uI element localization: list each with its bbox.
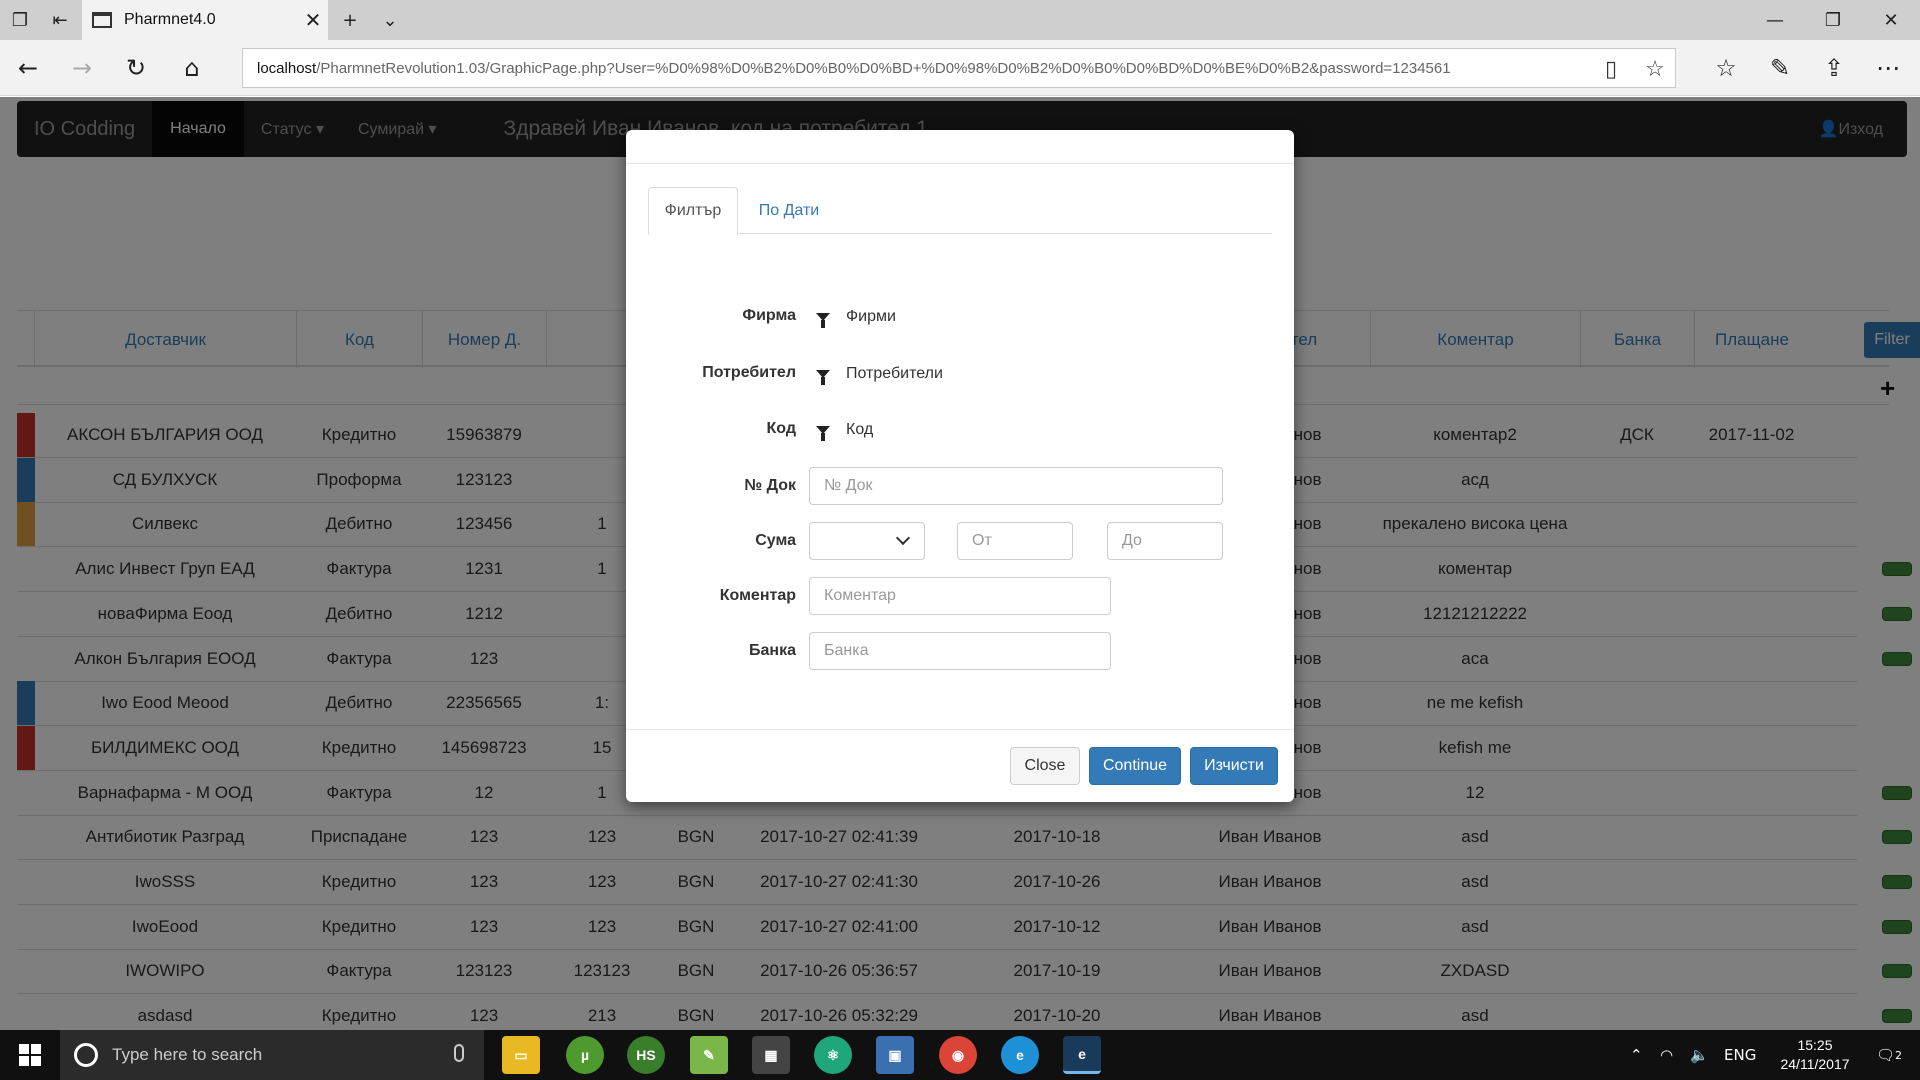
refresh-icon[interactable]: ↻ [114, 48, 158, 88]
label-bank: Банка [749, 642, 796, 659]
label-comment: Коментар [719, 587, 796, 604]
continue-button[interactable]: Continue [1089, 747, 1181, 785]
doc-number-input[interactable]: № Док [809, 467, 1223, 505]
modal-tabs: Филтър По Дати [648, 187, 1272, 235]
microphone-icon[interactable] [454, 1044, 464, 1062]
code-filter-label: Код [846, 421, 874, 438]
code-filter[interactable]: Код [816, 421, 874, 441]
notification-count: 2 [1895, 1048, 1903, 1062]
tab-title: Pharmnet4.0 [124, 11, 216, 28]
tab-preview-chevron-icon[interactable]: ⌄ [370, 0, 410, 40]
hotspot-shield-icon[interactable]: HS [627, 1036, 665, 1074]
browser-tab-bar: ❐ ⇤ Pharmnet4.0 ✕ + ⌄ — ❐ ✕ [0, 0, 1920, 40]
favorite-star-icon[interactable]: ☆ [1635, 49, 1675, 89]
taskbar-search[interactable]: Type here to search [60, 1030, 484, 1080]
wifi-icon[interactable]: ◠ [1660, 1030, 1673, 1080]
filter-funnel-icon [816, 313, 830, 328]
start-button[interactable] [0, 1030, 60, 1080]
calculator-icon[interactable]: ▦ [752, 1036, 790, 1074]
chevron-down-icon [895, 530, 911, 546]
label-sum: Сума [755, 532, 796, 549]
browser-toolbar: ← → ↻ ⌂ localhost/PharmnetRevolution1.03… [0, 40, 1920, 96]
browser-tab[interactable]: Pharmnet4.0 ✕ [82, 0, 328, 40]
set-aside-tabs-icon[interactable]: ⇤ [40, 0, 80, 40]
label-doc-number: № Док [744, 477, 796, 494]
comment-input[interactable]: Коментар [809, 577, 1111, 615]
volume-icon[interactable]: 🔈 [1690, 1030, 1709, 1080]
bank-input[interactable]: Банка [809, 632, 1111, 670]
atom-icon[interactable]: ⚛ [814, 1036, 852, 1074]
tab-filter[interactable]: Филтър [648, 187, 738, 235]
label-code: Код [766, 420, 796, 437]
edge-icon[interactable]: e [1063, 1036, 1101, 1074]
address-bar[interactable]: localhost/PharmnetRevolution1.03/Graphic… [242, 48, 1676, 88]
forward-icon[interactable]: → [60, 48, 104, 88]
reading-view-icon[interactable]: ▯ [1591, 49, 1631, 89]
sum-operator-select[interactable] [809, 522, 925, 560]
modal-header [626, 130, 1294, 164]
new-tab-icon[interactable]: + [330, 0, 370, 40]
chrome-icon[interactable]: ◉ [939, 1036, 977, 1074]
filter-modal: Филтър По Дати Фирма Фирми Потребител По… [626, 130, 1294, 802]
minimize-icon[interactable]: — [1746, 0, 1804, 40]
tab-sets-icon[interactable]: ❐ [0, 0, 40, 40]
language-indicator[interactable]: ENG [1724, 1030, 1756, 1080]
modal-footer-divider [626, 729, 1294, 730]
url-path: /PharmnetRevolution1.03/GraphicPage.php?… [316, 59, 1451, 77]
back-icon[interactable]: ← [6, 48, 50, 88]
user-filter-label: Потребители [846, 365, 943, 382]
web-note-icon[interactable]: ✎ [1758, 48, 1802, 88]
close-button[interactable]: Close [1010, 747, 1080, 785]
windows-taskbar: Type here to search ▭ µ HS ✎ ▦ ⚛ ▣ ◉ e e… [0, 1030, 1920, 1080]
home-icon[interactable]: ⌂ [170, 48, 214, 88]
sum-to-input[interactable]: До [1107, 522, 1223, 560]
share-icon[interactable]: ⇪ [1812, 48, 1856, 88]
clock[interactable]: 15:25 24/11/2017 [1770, 1036, 1860, 1074]
filter-funnel-icon [816, 370, 830, 385]
file-explorer-icon[interactable]: ▭ [502, 1036, 540, 1074]
tab-close-icon[interactable]: ✕ [298, 8, 328, 33]
label-company: Фирма [742, 307, 796, 324]
clear-button[interactable]: Изчисти [1190, 747, 1278, 785]
internet-explorer-icon[interactable]: e [1001, 1036, 1039, 1074]
restore-icon[interactable]: ❐ [1804, 0, 1862, 40]
search-placeholder: Type here to search [112, 1045, 263, 1064]
utorrent-icon[interactable]: µ [566, 1036, 604, 1074]
user-filter[interactable]: Потребители [816, 365, 943, 385]
page-icon [92, 12, 112, 28]
remote-desktop-icon[interactable]: ▣ [876, 1036, 914, 1074]
company-filter[interactable]: Фирми [816, 308, 896, 328]
label-user: Потребител [702, 364, 796, 381]
url-host: localhost [257, 59, 317, 77]
tab-by-dates[interactable]: По Дати [744, 187, 834, 235]
sum-from-input[interactable]: От [957, 522, 1073, 560]
filter-funnel-icon [816, 426, 830, 441]
cortana-icon [74, 1043, 98, 1067]
more-icon[interactable]: ⋯ [1866, 48, 1910, 88]
favorites-hub-icon[interactable]: ☆ [1704, 48, 1748, 88]
windows-logo-icon [19, 1044, 41, 1066]
show-hidden-icons[interactable]: ⌃ [1630, 1030, 1643, 1080]
clock-date: 24/11/2017 [1780, 1056, 1850, 1072]
action-center-icon[interactable]: 🗨 2 [1876, 1030, 1902, 1080]
window-close-icon[interactable]: ✕ [1862, 0, 1920, 40]
notepad-plus-icon[interactable]: ✎ [690, 1036, 728, 1074]
company-filter-label: Фирми [846, 308, 896, 325]
clock-time: 15:25 [1797, 1037, 1833, 1053]
